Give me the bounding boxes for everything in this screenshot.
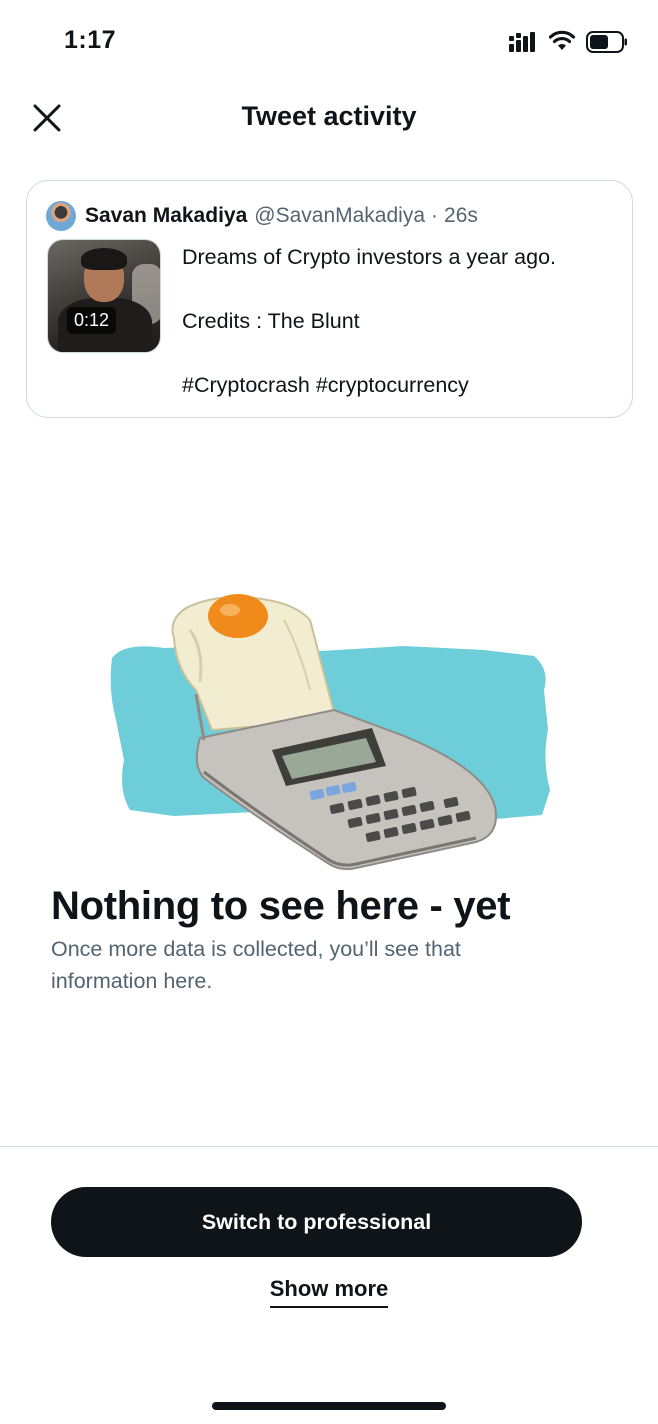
- show-more-link[interactable]: Show more: [0, 1276, 658, 1308]
- tweet-card[interactable]: Savan Makadiya @SavanMakadiya · 26s 0:12…: [26, 180, 633, 418]
- calculator-egg-illustration: [110, 594, 551, 871]
- separator-dot: ·: [431, 204, 439, 227]
- signal-icon: [509, 32, 535, 52]
- divider: [0, 1146, 658, 1147]
- status-bar: 1:17: [0, 0, 658, 84]
- tweet-text-line: Credits : The Blunt: [182, 309, 360, 333]
- empty-state-description: Once more data is collected, you’ll see …: [51, 937, 461, 993]
- page-title: Tweet activity: [241, 101, 417, 131]
- tweet-text: Dreams of Crypto investors a year ago. C…: [182, 241, 556, 401]
- battery-icon: [586, 31, 627, 53]
- author-handle[interactable]: @SavanMakadiya: [254, 204, 425, 228]
- wifi-icon: [548, 30, 576, 50]
- tweet-header: Savan Makadiya @SavanMakadiya · 26s: [46, 200, 478, 232]
- tweet-timestamp: 26s: [444, 204, 478, 227]
- switch-to-professional-button[interactable]: Switch to professional: [51, 1187, 582, 1257]
- tweet-text-line: Dreams of Crypto investors a year ago.: [182, 245, 557, 269]
- video-thumbnail[interactable]: 0:12: [47, 239, 161, 353]
- video-duration-badge: 0:12: [67, 307, 117, 334]
- tweet-hashtags[interactable]: #Cryptocrash #cryptocurrency: [182, 369, 556, 401]
- status-time: 1:17: [64, 26, 117, 54]
- empty-state-title: Nothing to see here - yet: [51, 884, 511, 928]
- author-name[interactable]: Savan Makadiya: [85, 204, 247, 228]
- avatar[interactable]: [46, 201, 76, 231]
- header: Tweet activity: [0, 84, 658, 154]
- show-more-label[interactable]: Show more: [269, 1276, 389, 1308]
- home-indicator[interactable]: [212, 1402, 446, 1410]
